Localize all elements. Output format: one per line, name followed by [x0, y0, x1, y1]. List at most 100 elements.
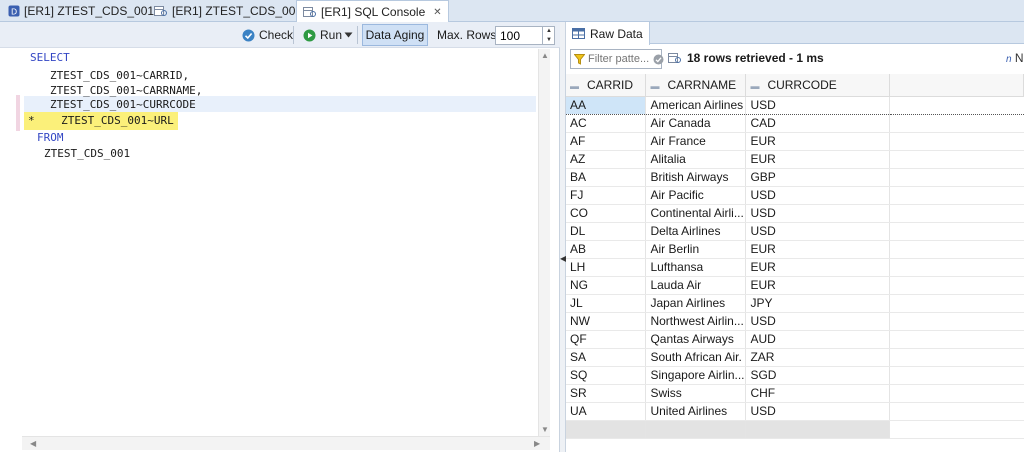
cell-carrname[interactable]: Singapore Airlin... [645, 366, 747, 385]
cell-carrid[interactable]: DL [566, 222, 647, 241]
cell-currcode[interactable]: USD [745, 186, 891, 205]
cell-carrname[interactable]: Delta Airlines [645, 222, 747, 241]
cell-carrname[interactable]: Lauda Air [645, 276, 747, 295]
cell-currcode[interactable]: USD [745, 204, 891, 223]
cell-currcode[interactable]: USD [745, 312, 891, 331]
tab-raw-data[interactable]: Raw Data [566, 22, 650, 45]
table-row[interactable]: NW Northwest Airlin... USD [566, 312, 1024, 331]
scroll-up-icon[interactable]: ▲ [541, 51, 549, 60]
cell-carrid[interactable]: NW [566, 312, 647, 331]
cell-currcode[interactable]: ZAR [745, 348, 891, 367]
table-row[interactable]: AC Air Canada CAD [566, 114, 1024, 133]
close-icon[interactable]: ✕ [433, 7, 441, 18]
cell-carrid[interactable]: AB [566, 240, 647, 259]
cell-carrname[interactable]: Lufthansa [645, 258, 747, 277]
cell-carrname[interactable]: British Airways [645, 168, 747, 187]
tab-data-preview[interactable]: [ER1] ZTEST_CDS_001 [148, 0, 308, 22]
cell-currcode[interactable]: SGD [745, 366, 891, 385]
table-row[interactable]: DL Delta Airlines USD [566, 222, 1024, 241]
cell-currcode[interactable]: AUD [745, 330, 891, 349]
run-button[interactable]: Run [299, 25, 346, 45]
column-header-currcode[interactable]: ▬ CURRCODE [745, 74, 891, 97]
cell-carrid[interactable]: AC [566, 114, 647, 133]
spin-up-icon[interactable]: ▲ [546, 28, 552, 34]
editor-horizontal-scrollbar[interactable]: ◀ ▶ [22, 436, 550, 450]
cell-currcode[interactable]: JPY [745, 294, 891, 313]
cell-carrname[interactable]: Alitalia [645, 150, 747, 169]
scroll-left-icon[interactable]: ◀ [30, 439, 36, 448]
spin-down-icon[interactable]: ▼ [546, 37, 552, 43]
cell-carrid[interactable]: AF [566, 132, 647, 151]
cell-carrid[interactable]: AZ [566, 150, 647, 169]
table-row[interactable]: NG Lauda Air EUR [566, 276, 1024, 295]
cell-carrid[interactable]: AA [566, 95, 647, 115]
chevron-down-icon [344, 32, 353, 38]
cell-carrid[interactable]: UA [566, 402, 647, 421]
cell-carrid[interactable]: FJ [566, 186, 647, 205]
cell-carrname[interactable]: United Airlines [645, 402, 747, 421]
clear-filter-icon[interactable] [653, 54, 664, 65]
cell-carrid[interactable]: SQ [566, 366, 647, 385]
cell-currcode[interactable]: USD [745, 95, 891, 115]
cell-carrname[interactable]: American Airlines [645, 95, 747, 115]
table-row[interactable]: JL Japan Airlines JPY [566, 294, 1024, 313]
cell-carrname[interactable]: Air France [645, 132, 747, 151]
cell-carrname[interactable]: South African Air. [645, 348, 747, 367]
table-row[interactable]: CO Continental Airli... USD [566, 204, 1024, 223]
data-aging-button[interactable]: Data Aging [362, 24, 428, 46]
table-row[interactable]: BA British Airways GBP [566, 168, 1024, 187]
cell-carrid[interactable]: JL [566, 294, 647, 313]
filter-input[interactable] [588, 53, 650, 65]
cell-carrid[interactable]: QF [566, 330, 647, 349]
cell-currcode[interactable]: EUR [745, 258, 891, 277]
cell-carrname[interactable]: Continental Airli... [645, 204, 747, 223]
table-row[interactable]: SR Swiss CHF [566, 384, 1024, 403]
cell-carrname[interactable]: Air Berlin [645, 240, 747, 259]
table-row[interactable]: QF Qantas Airways AUD [566, 330, 1024, 349]
tab-cds-view[interactable]: D [ER1] ZTEST_CDS_001 [2, 0, 160, 22]
cell-carrid[interactable]: SR [566, 384, 647, 403]
filter-field[interactable] [570, 49, 664, 69]
table-row[interactable]: AA American Airlines USD [566, 95, 1024, 115]
cell-currcode[interactable]: EUR [745, 240, 891, 259]
editor-vertical-scrollbar[interactable]: ▲ ▼ [538, 49, 550, 437]
cell-carrid[interactable]: NG [566, 276, 647, 295]
cell-carrid[interactable]: BA [566, 168, 647, 187]
cell-carrname[interactable]: Qantas Airways [645, 330, 747, 349]
table-row[interactable]: UA United Airlines USD [566, 402, 1024, 421]
table-row[interactable]: AF Air France EUR [566, 132, 1024, 151]
cell-carrname[interactable]: Swiss [645, 384, 747, 403]
column-header-carrname[interactable]: ▬ CARRNAME [645, 74, 747, 97]
table-row[interactable]: FJ Air Pacific USD [566, 186, 1024, 205]
scroll-down-icon[interactable]: ▼ [541, 425, 549, 434]
cell-currcode[interactable]: EUR [745, 150, 891, 169]
scroll-right-icon[interactable]: ▶ [534, 439, 540, 448]
table-row[interactable]: SA South African Air. ZAR [566, 348, 1024, 367]
table-row[interactable]: SQ Singapore Airlin... SGD [566, 366, 1024, 385]
table-row[interactable]: AZ Alitalia EUR [566, 150, 1024, 169]
cell-currcode[interactable]: GBP [745, 168, 891, 187]
run-dropdown-button[interactable] [342, 25, 355, 45]
cell-carrid[interactable]: SA [566, 348, 647, 367]
number-format-toggle[interactable]: n N [1006, 51, 1024, 65]
cell-carrname[interactable]: Northwest Airlin... [645, 312, 747, 331]
tab-label: [ER1] ZTEST_CDS_001 [24, 4, 155, 18]
table-row[interactable]: AB Air Berlin EUR [566, 240, 1024, 259]
cell-carrname[interactable]: Air Pacific [645, 186, 747, 205]
tab-sql-console[interactable]: [ER1] SQL Console ✕ [296, 0, 449, 23]
check-button[interactable]: Check [238, 25, 297, 45]
cell-currcode[interactable]: USD [745, 402, 891, 421]
table-row[interactable]: LH Lufthansa EUR [566, 258, 1024, 277]
cell-currcode[interactable]: CAD [745, 114, 891, 133]
cell-carrname[interactable]: Japan Airlines [645, 294, 747, 313]
max-rows-spinner[interactable]: ▲ ▼ [542, 26, 555, 45]
cell-currcode[interactable]: EUR [745, 132, 891, 151]
cell-carrid[interactable]: LH [566, 258, 647, 277]
column-header-carrid[interactable]: ▬ CARRID [566, 74, 647, 97]
cell-currcode[interactable]: EUR [745, 276, 891, 295]
cell-currcode[interactable]: USD [745, 222, 891, 241]
cell-currcode[interactable]: CHF [745, 384, 891, 403]
sql-editor[interactable]: SELECT ZTEST_CDS_001~CARRID, ZTEST_CDS_0… [0, 49, 550, 437]
cell-carrname[interactable]: Air Canada [645, 114, 747, 133]
cell-carrid[interactable]: CO [566, 204, 647, 223]
